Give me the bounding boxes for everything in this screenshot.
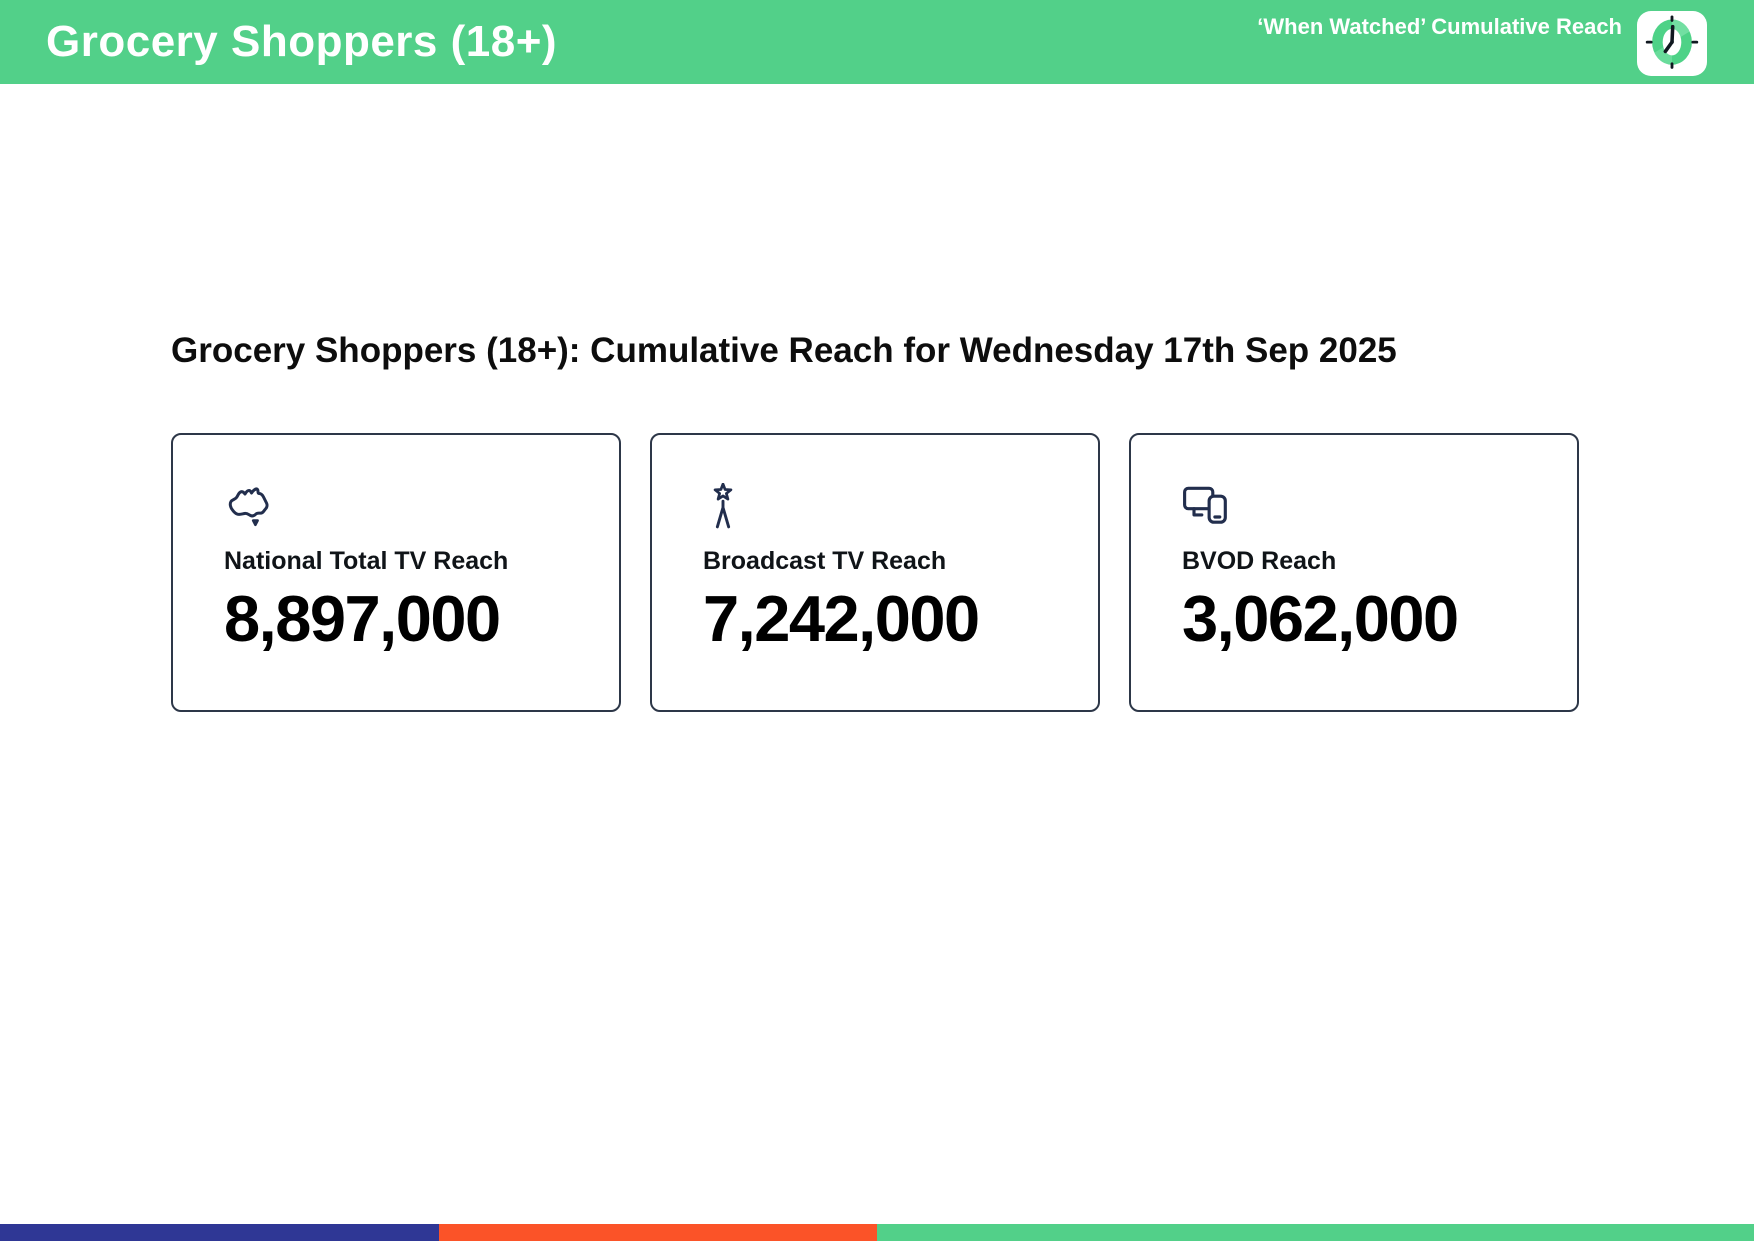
- devices-icon: [1182, 483, 1230, 531]
- report-heading: Grocery Shoppers (18+): Cumulative Reach…: [171, 331, 1397, 370]
- kpi-value: 7,242,000: [703, 582, 980, 655]
- header-subtitle: ‘When Watched’ Cumulative Reach: [1257, 14, 1622, 39]
- footer-color-strip: [0, 1224, 1754, 1241]
- kpi-card-national-total-tv: National Total TV Reach 8,897,000: [171, 433, 621, 712]
- kpi-label: National Total TV Reach: [224, 547, 509, 575]
- kpi-label: BVOD Reach: [1182, 547, 1337, 575]
- footer-segment-orange: [438, 1224, 877, 1241]
- header-bar: Grocery Shoppers (18+) ‘When Watched’ Cu…: [0, 0, 1754, 84]
- kpi-card-broadcast-tv: Broadcast TV Reach 7,242,000: [650, 433, 1100, 712]
- kpi-label: Broadcast TV Reach: [703, 547, 947, 575]
- kpi-cards-row: National Total TV Reach 8,897,000 Broadc…: [171, 433, 1579, 712]
- broadcast-tower-icon: [703, 483, 751, 531]
- clock-badge: [1637, 10, 1707, 76]
- kpi-value: 3,062,000: [1182, 582, 1459, 655]
- footer-segment-blue: [0, 1224, 439, 1241]
- australia-map-icon: [224, 483, 272, 531]
- kpi-value: 8,897,000: [224, 582, 501, 655]
- page-title: Grocery Shoppers (18+): [46, 17, 558, 66]
- page: Grocery Shoppers (18+) ‘When Watched’ Cu…: [0, 0, 1754, 1241]
- footer-segment-green: [877, 1224, 1754, 1241]
- clock-icon: [1641, 14, 1703, 72]
- header-right-group: ‘When Watched’ Cumulative Reach: [1257, 0, 1707, 84]
- kpi-card-bvod: BVOD Reach 3,062,000: [1129, 433, 1579, 712]
